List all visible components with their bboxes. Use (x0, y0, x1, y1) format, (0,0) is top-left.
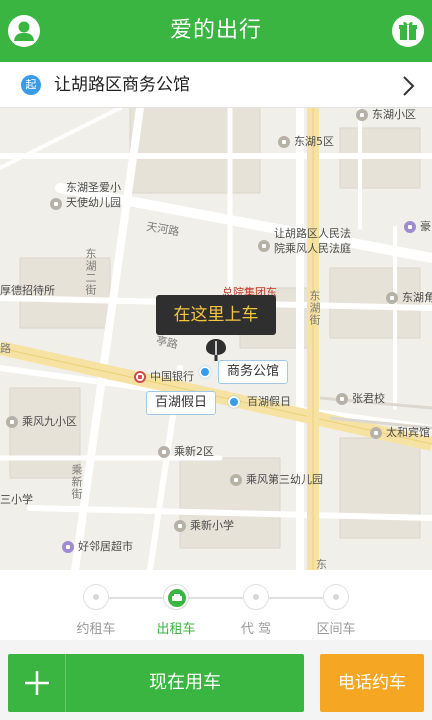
poi-label: 乘新小学 (190, 519, 234, 532)
mode-qujianche[interactable]: 区间车 (296, 584, 376, 637)
mode-chuzuche[interactable]: 出租车 (136, 584, 216, 637)
mode-label: 出租车 (156, 622, 196, 637)
poi-label: 乘新2区 (174, 445, 214, 458)
ride-now-label: 现在用车 (149, 672, 221, 693)
mode-label: 代 驾 (240, 622, 272, 637)
callout-main[interactable]: 商务公馆 (218, 360, 289, 384)
poi-label: 东湖圣爱小 (66, 181, 121, 194)
poi-label: 东湖小区 (372, 108, 416, 121)
poi-dot-icon (258, 240, 270, 252)
poi-label: 好邻居超市 (78, 540, 133, 553)
poi-cxxx[interactable]: 乘新小学 (174, 519, 234, 533)
start-badge: 起 (21, 75, 41, 95)
location-dot-icon (199, 366, 211, 378)
car-icon (172, 594, 182, 601)
road-label-donghu2: 东湖二街 (84, 248, 97, 296)
poi-dot-icon (6, 416, 18, 428)
poi-label: 豪 (420, 220, 431, 233)
ride-now-button[interactable]: 现在用车 (8, 654, 304, 712)
poi-dot-icon (356, 109, 368, 121)
poi-dh5q[interactable]: 东湖5区 (278, 135, 334, 149)
poi-dot-icon (404, 221, 416, 233)
poi-dot-icon (336, 393, 348, 405)
poi-hddzs[interactable]: 厚德招待所 (0, 284, 55, 298)
taxi-badge (168, 589, 186, 607)
poi-label: 三小学 (0, 493, 33, 506)
mode-node-icon (83, 584, 109, 610)
mode-node-icon (243, 584, 269, 610)
mode-label: 区间车 (316, 622, 356, 637)
poi-label: 乘风第三幼儿园 (246, 473, 323, 486)
poi-hao[interactable]: 豪 (404, 220, 431, 234)
chevron-right-icon (403, 76, 415, 96)
poi-label: 厚德招待所 (0, 284, 55, 297)
poi-dhj[interactable]: 东湖角 (386, 291, 432, 305)
poi-cx2q[interactable]: 乘新2区 (158, 445, 214, 459)
poi-label: 中国银行 (150, 370, 194, 383)
mode-node-icon (323, 584, 349, 610)
start-address: 让胡路区商务公馆 (54, 75, 190, 95)
poi-thbg[interactable]: 太和宾馆 (370, 426, 430, 440)
road-label-dong: 东 (316, 558, 327, 570)
service-mode-selector: 约租车 出租车 代 驾 区间车 (0, 570, 432, 640)
poi-sax[interactable]: 东湖圣爱小天使幼儿园 (50, 181, 121, 210)
location-dot-icon (228, 396, 240, 408)
poi-sanxx[interactable]: 三小学 (0, 493, 33, 507)
poi-label: 让胡路区人民法 (274, 227, 351, 240)
mode-label: 约租车 (76, 622, 116, 637)
app-screen: 爱的出行 起 让胡路区商务公馆 天河路 东湖二街 东湖街 乘新街 路 亭路 东 … (0, 0, 432, 720)
start-location-bar[interactable]: 起 让胡路区商务公馆 (0, 62, 432, 108)
poi-dhxq[interactable]: 东湖小区 (356, 108, 416, 122)
poi-dot-icon (158, 446, 170, 458)
poi-label: 东湖角 (402, 291, 432, 304)
gift-button[interactable] (392, 15, 424, 47)
taxi-icon (163, 584, 189, 610)
road-label-lu: 路 (0, 342, 11, 355)
poi-dot-icon (174, 520, 186, 532)
pickup-hint-bubble[interactable]: 在这里上车 (156, 295, 276, 335)
poi-dot-icon (370, 427, 382, 439)
poi-label: 太和宾馆 (386, 426, 430, 439)
plus-icon (25, 671, 49, 695)
app-header: 爱的出行 (0, 0, 432, 62)
poi-bhjr[interactable]: 百湖假日 (247, 395, 291, 409)
poi-label: 张君校 (352, 392, 385, 405)
phone-booking-button[interactable]: 电话约车 (320, 654, 424, 712)
callout-secondary[interactable]: 百湖假日 (146, 391, 217, 415)
mode-yuezuche[interactable]: 约租车 (56, 584, 136, 637)
gift-icon (399, 21, 417, 40)
shop-icon (62, 541, 74, 553)
add-button[interactable] (8, 654, 66, 712)
poi-label: 院乘风人民法庭 (274, 242, 351, 255)
poi-label: 乘风九小区 (22, 415, 77, 428)
poi-label-block: 东湖圣爱小天使幼儿园 (66, 181, 121, 210)
poi-hljcs[interactable]: 好邻居超市 (62, 540, 133, 554)
road-label-chengxin: 乘新街 (70, 464, 83, 500)
map-view[interactable]: 天河路 东湖二街 东湖街 乘新街 路 亭路 东 总院集团东 东湖小区 东湖5区 … (0, 108, 432, 570)
poi-label: 百湖假日 (247, 395, 291, 408)
poi-label-block: 让胡路区人民法 院乘风人民法庭 (274, 226, 351, 256)
poi-zjx[interactable]: 张君校 (336, 392, 385, 406)
poi-court[interactable]: 让胡路区人民法 院乘风人民法庭 (258, 226, 351, 256)
poi-bank[interactable]: 中国银行 (134, 370, 194, 384)
poi-label: 天使幼儿园 (66, 196, 121, 209)
poi-dot-icon (230, 474, 242, 486)
poi-cfjxq[interactable]: 乘风九小区 (6, 415, 77, 429)
road-label-donghujie: 东湖街 (308, 290, 321, 326)
page-title: 爱的出行 (169, 18, 262, 43)
mode-daijia[interactable]: 代 驾 (216, 584, 296, 637)
bottom-action-bar: 现在用车 电话约车 (0, 640, 432, 720)
poi-dot-icon (50, 198, 62, 210)
poi-dot-icon (278, 136, 290, 148)
poi-dot-icon (386, 292, 398, 304)
poi-cf3yey[interactable]: 乘风第三幼儿园 (230, 473, 323, 487)
poi-label: 东湖5区 (294, 135, 334, 148)
bank-icon (134, 371, 146, 383)
